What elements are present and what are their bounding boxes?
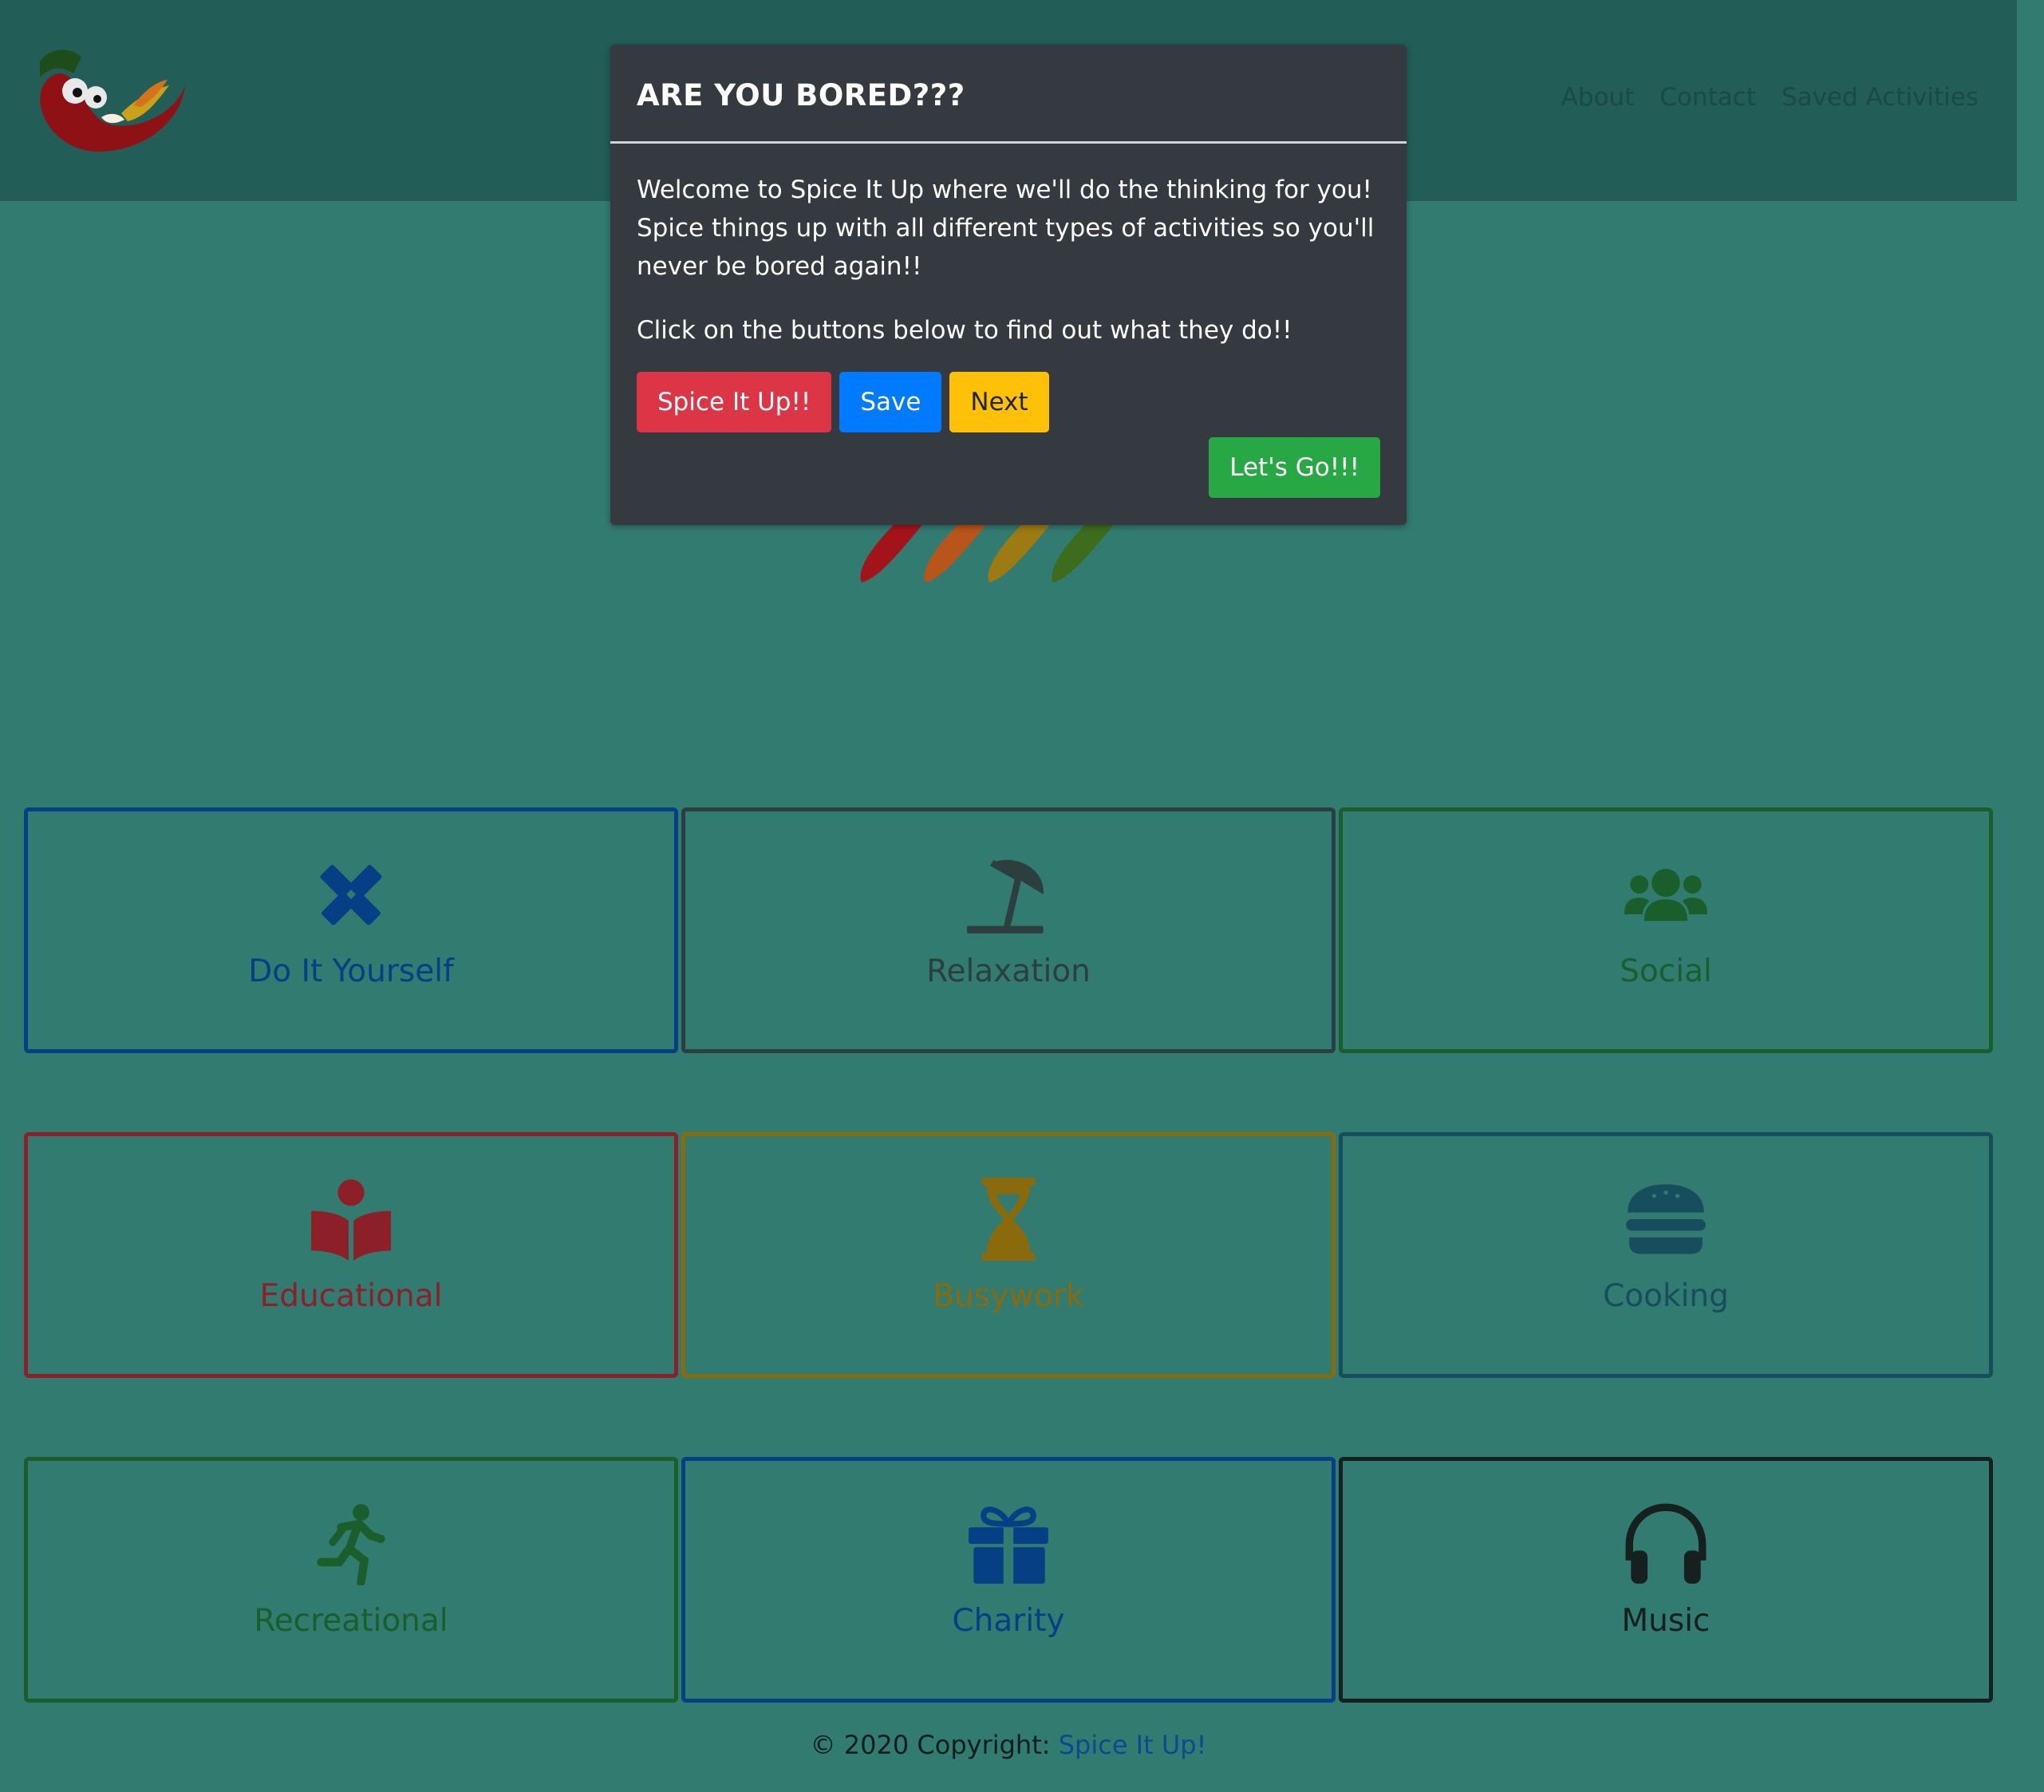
pencil-ruler-icon xyxy=(320,865,382,926)
footer: © 2020 Copyright: Spice It Up! xyxy=(0,1730,2017,1760)
category-card-busywork[interactable]: Busywork xyxy=(681,1132,1336,1378)
category-card-relaxation[interactable]: Relaxation xyxy=(681,807,1336,1053)
category-label: Charity xyxy=(952,1603,1065,1639)
modal-button-row: Spice It Up!! Save Next xyxy=(637,372,1380,432)
nav-link-contact[interactable]: Contact xyxy=(1659,83,1756,112)
users-icon xyxy=(1624,868,1707,922)
category-card-diy[interactable]: Do It Yourself xyxy=(24,807,678,1053)
category-grid: Do It Yourself Relaxation Social Educati… xyxy=(24,807,1993,1703)
modal-instruction-text: Click on the buttons below to find out w… xyxy=(637,316,1292,345)
modal-welcome-text: Welcome to Spice It Up where we'll do th… xyxy=(637,176,1375,281)
nav-links: About Contact Saved Activities xyxy=(1561,83,1979,112)
nav-link-about[interactable]: About xyxy=(1561,83,1635,112)
modal-header: ARE YOU BORED??? xyxy=(610,45,1407,144)
category-card-social[interactable]: Social xyxy=(1339,807,1993,1053)
category-card-recreational[interactable]: Recreational xyxy=(24,1457,678,1703)
hourglass-icon xyxy=(981,1178,1036,1261)
category-card-music[interactable]: Music xyxy=(1339,1457,1993,1703)
modal-body: Welcome to Spice It Up where we'll do th… xyxy=(610,144,1407,432)
category-label: Relaxation xyxy=(926,953,1091,989)
modal-title: ARE YOU BORED??? xyxy=(637,78,965,112)
category-card-educational[interactable]: Educational xyxy=(24,1132,678,1378)
spice-it-up-button[interactable]: Spice It Up!! xyxy=(637,372,832,432)
category-label: Busywork xyxy=(933,1278,1084,1314)
umbrella-beach-icon xyxy=(967,859,1044,933)
category-card-cooking[interactable]: Cooking xyxy=(1339,1132,1993,1378)
running-icon xyxy=(317,1504,385,1585)
next-button[interactable]: Next xyxy=(949,372,1049,432)
chili-pepper-logo[interactable] xyxy=(26,41,190,161)
hamburger-icon xyxy=(1626,1184,1706,1254)
category-label: Do It Yourself xyxy=(248,953,454,989)
category-label: Recreational xyxy=(254,1603,448,1639)
welcome-modal: ARE YOU BORED??? Welcome to Spice It Up … xyxy=(610,45,1407,525)
category-label: Educational xyxy=(259,1278,443,1314)
copyright-text: © 2020 Copyright: xyxy=(810,1730,1059,1760)
save-button[interactable]: Save xyxy=(839,372,942,432)
category-label: Cooking xyxy=(1603,1278,1729,1314)
lets-go-button[interactable]: Let's Go!!! xyxy=(1209,437,1380,498)
category-card-charity[interactable]: Charity xyxy=(681,1457,1336,1703)
gift-icon xyxy=(969,1506,1048,1584)
footer-link[interactable]: Spice It Up! xyxy=(1059,1730,1207,1760)
book-reader-icon xyxy=(311,1179,391,1261)
nav-link-saved-activities[interactable]: Saved Activities xyxy=(1782,83,1979,112)
category-label: Social xyxy=(1620,953,1712,989)
headphones-icon xyxy=(1625,1503,1707,1584)
category-label: Music xyxy=(1621,1603,1711,1639)
